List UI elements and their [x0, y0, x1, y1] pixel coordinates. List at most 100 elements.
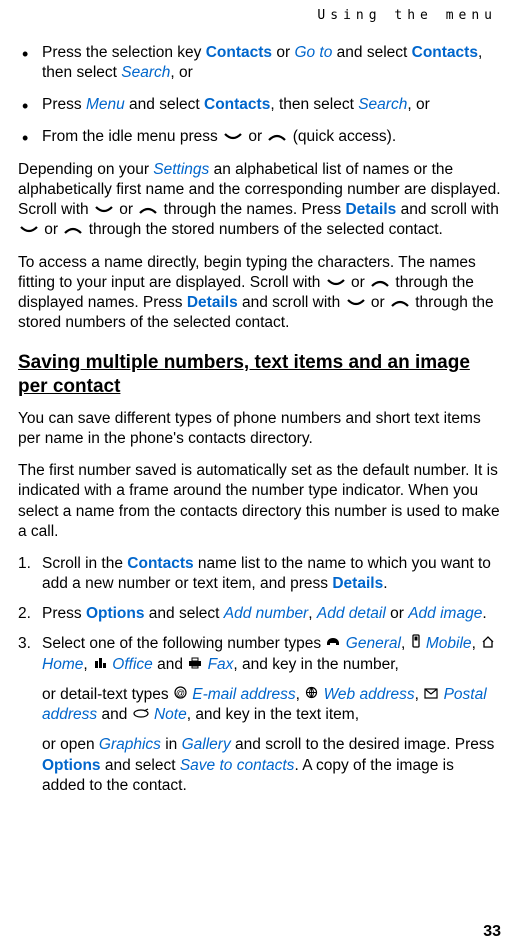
text: , and key in the text item, [187, 706, 359, 723]
contacts-key: Contacts [206, 44, 272, 61]
step-3: 3. Select one of the following number ty… [18, 634, 501, 675]
add-detail: Add detail [317, 605, 386, 622]
text: and scroll to the desired image. Press [231, 736, 495, 753]
type-web: Web address [324, 686, 415, 703]
phone-icon [326, 634, 340, 654]
scroll-up-icon [267, 127, 287, 147]
text: in [161, 736, 182, 753]
text: and select [125, 96, 204, 113]
type-home: Home [42, 656, 83, 673]
text: , [401, 635, 410, 652]
para-direct-access: To access a name directly, begin typing … [18, 253, 501, 334]
office-icon [93, 655, 107, 675]
goto-key: Go to [294, 44, 332, 61]
text: and select [101, 757, 180, 774]
text: or [386, 605, 408, 622]
settings-link: Settings [153, 161, 209, 178]
text: or [115, 201, 137, 218]
scroll-down-icon [346, 293, 366, 313]
scroll-up-icon [138, 200, 158, 220]
contacts-menu: Contacts [204, 96, 270, 113]
at-icon: @ [174, 685, 187, 705]
add-number: Add number [224, 605, 308, 622]
page-number: 33 [483, 922, 501, 943]
details-key: Details [187, 294, 238, 311]
text: and scroll with [238, 294, 345, 311]
text: or open [42, 736, 99, 753]
gallery-menu: Gallery [182, 736, 231, 753]
fax-icon [188, 655, 202, 675]
access-methods-list: Press the selection key Contacts or Go t… [18, 43, 501, 148]
search-menu: Search [358, 96, 407, 113]
scroll-down-icon [19, 220, 39, 240]
text: through the names. Press [159, 201, 345, 218]
text: , [415, 686, 424, 703]
para-settings: Depending on your Settings an alphabetic… [18, 160, 501, 241]
graphics-menu: Graphics [99, 736, 161, 753]
search-menu: Search [121, 64, 170, 81]
details-key: Details [332, 575, 383, 592]
menu-key: Menu [86, 96, 125, 113]
type-email: E-mail address [192, 686, 295, 703]
text: . [383, 575, 387, 592]
text: Press [42, 605, 86, 622]
text: or [40, 221, 62, 238]
text: and select [332, 44, 411, 61]
steps-list: 1. Scroll in the Contacts name list to t… [18, 554, 501, 796]
type-fax: Fax [208, 656, 234, 673]
globe-icon [305, 685, 318, 705]
para-default-number: The first number saved is automatically … [18, 461, 501, 542]
step-number: 2. [18, 604, 31, 624]
text: through the stored numbers of the select… [84, 221, 442, 238]
text: and select [145, 605, 224, 622]
contacts-menu: Contacts [412, 44, 478, 61]
step-number: 1. [18, 554, 31, 574]
scroll-up-icon [390, 293, 410, 313]
text: , [472, 635, 481, 652]
envelope-icon [424, 685, 438, 705]
mobile-icon [411, 634, 421, 654]
text: , [83, 656, 92, 673]
step-2: 2. Press Options and select Add number, … [18, 604, 501, 624]
text: , or [407, 96, 429, 113]
text: or [347, 274, 369, 291]
text: From the idle menu press [42, 128, 222, 145]
text: or [244, 128, 266, 145]
svg-text:@: @ [176, 688, 185, 698]
text: , and key in the number, [233, 656, 398, 673]
type-office: Office [112, 656, 152, 673]
note-icon [133, 705, 149, 725]
bullet-2: Press Menu and select Contacts, then sel… [18, 95, 501, 115]
scroll-down-icon [223, 127, 243, 147]
text: and [97, 706, 131, 723]
add-image: Add image [408, 605, 482, 622]
scroll-up-icon [63, 220, 83, 240]
save-to-contacts: Save to contacts [180, 757, 295, 774]
text: Press the selection key [42, 44, 206, 61]
scroll-up-icon [370, 273, 390, 293]
para-intro: You can save different types of phone nu… [18, 409, 501, 449]
step-3b: or detail-text types @ E-mail address, W… [18, 685, 501, 726]
text: or [367, 294, 389, 311]
scroll-down-icon [94, 200, 114, 220]
bullet-3: From the idle menu press or (quick acces… [18, 127, 501, 147]
text: , [308, 605, 317, 622]
text: Depending on your [18, 161, 153, 178]
text: or detail-text types [42, 686, 173, 703]
type-general: General [346, 635, 401, 652]
bullet-1: Press the selection key Contacts or Go t… [18, 43, 501, 83]
text: or [272, 44, 294, 61]
text: (quick access). [288, 128, 396, 145]
text: Scroll in the [42, 555, 127, 572]
text: , [296, 686, 305, 703]
text: , or [170, 64, 192, 81]
text: , then select [270, 96, 358, 113]
options-key: Options [86, 605, 145, 622]
text: . [482, 605, 486, 622]
header-text: Using the menu [317, 8, 497, 23]
type-note: Note [154, 706, 187, 723]
type-mobile: Mobile [426, 635, 472, 652]
scroll-down-icon [326, 273, 346, 293]
step-1: 1. Scroll in the Contacts name list to t… [18, 554, 501, 594]
running-header: Using the menu [18, 8, 501, 25]
